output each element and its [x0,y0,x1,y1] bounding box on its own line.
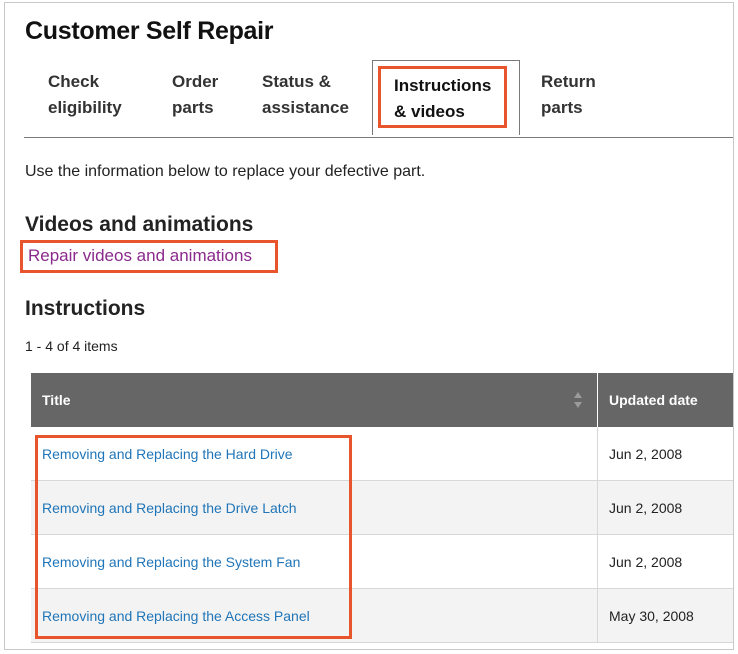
table-row: Removing and Replacing the Drive Latch J… [31,480,733,535]
instructions-table: Title Updated date Removing and Replacin… [31,373,733,643]
tab-label-line1: Status & [262,72,331,91]
tab-label-line1: Check [48,72,100,91]
tab-check-eligibility[interactable]: Check eligibility [48,69,122,121]
instruction-link[interactable]: Removing and Replacing the System Fan [42,554,300,570]
page-frame: Customer Self Repair Check eligibility O… [4,2,734,650]
videos-heading: Videos and animations [25,213,254,236]
sort-icon[interactable] [573,391,583,409]
tab-label-line2: eligibility [48,98,122,117]
table-row: Removing and Replacing the Hard Drive Ju… [31,427,733,481]
instruction-link[interactable]: Removing and Replacing the Access Panel [42,608,310,624]
column-header-updated-date[interactable]: Updated date [597,373,733,427]
column-header-title[interactable]: Title [31,373,598,427]
table-row: Removing and Replacing the System Fan Ju… [31,534,733,589]
table-header-row: Title Updated date [31,373,733,427]
page-title: Customer Self Repair [25,17,274,45]
instructions-heading: Instructions [25,297,146,320]
tab-label-line1: Return [541,72,596,91]
tab-order-parts[interactable]: Order parts [172,69,218,121]
tab-highlight-box: Instructions & videos [378,66,507,128]
tab-bar: Check eligibility Order parts Status & a… [24,57,733,138]
tab-label-line2: parts [172,98,214,117]
tab-label-line2: parts [541,98,583,117]
tab-return-parts[interactable]: Return parts [541,69,596,121]
tab-instructions-videos[interactable]: Instructions & videos [372,60,520,137]
updated-date: Jun 2, 2008 [597,534,733,589]
tab-status-assistance[interactable]: Status & assistance [262,69,349,121]
video-link-highlight: Repair videos and animations [20,240,278,273]
tab-label-line2: assistance [262,98,349,117]
items-count: 1 - 4 of 4 items [25,338,118,354]
tab-label-line1: Instructions [394,76,492,95]
tab-label-line1: Order [172,72,219,91]
instruction-link[interactable]: Removing and Replacing the Drive Latch [42,500,296,516]
updated-date: Jun 2, 2008 [597,427,733,481]
column-header-title-label: Title [42,392,71,408]
tab-label-line2: & videos [394,102,465,121]
intro-text: Use the information below to replace you… [25,163,426,180]
updated-date: Jun 2, 2008 [597,480,733,535]
instruction-link[interactable]: Removing and Replacing the Hard Drive [42,446,293,462]
table-row: Removing and Replacing the Access Panel … [31,588,733,643]
repair-videos-link[interactable]: Repair videos and animations [28,246,252,266]
updated-date: May 30, 2008 [597,588,733,643]
